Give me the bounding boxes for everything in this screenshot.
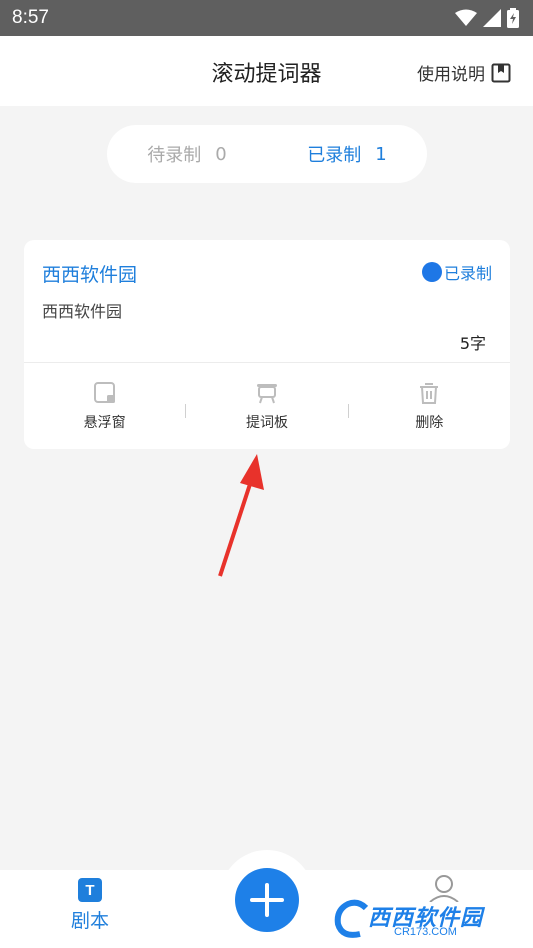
tab-recorded[interactable]: 已录制 1 — [267, 141, 427, 167]
trash-icon — [420, 383, 439, 404]
status-badge-label: 已录制 — [443, 264, 492, 283]
teleprompter-button[interactable]: 提词板 — [186, 380, 347, 432]
help-label: 使用说明 — [417, 65, 485, 85]
script-description: 西西软件园 — [42, 302, 123, 321]
delete-label: 删除 — [415, 415, 444, 431]
tab-pending-count: 0 — [215, 143, 227, 165]
record-status-segment: 待录制 0 已录制 1 — [107, 125, 427, 183]
add-script-button[interactable] — [235, 868, 299, 932]
floating-window-button[interactable]: 悬浮窗 — [24, 380, 185, 432]
teleprompter-label: 提词板 — [245, 415, 288, 431]
tab-recorded-count: 1 — [375, 143, 387, 165]
status-dot-icon — [421, 262, 442, 282]
wifi-icon — [455, 9, 477, 26]
script-title: 西西软件园 — [42, 264, 138, 286]
red-arrow-annotation — [218, 454, 264, 577]
delete-button[interactable]: 删除 — [349, 380, 510, 432]
floating-window-label: 悬浮窗 — [83, 415, 126, 431]
app-header: 滚动提词器 使用说明 — [0, 36, 533, 106]
tab-script[interactable]: T 剧本 — [62, 878, 118, 933]
bookmark-icon — [491, 63, 511, 82]
floating-window-icon — [93, 382, 115, 403]
status-bar: 8:57 — [0, 0, 533, 36]
tab-recorded-label: 已录制 — [307, 145, 362, 166]
tab-pending-label: 待录制 — [147, 145, 202, 166]
watermark-subtext: CR173.COM — [394, 926, 457, 938]
card-actions: 悬浮窗 提词板 删除 — [24, 380, 510, 440]
status-badge: 已录制 — [421, 260, 492, 284]
teleprompter-icon — [256, 384, 277, 404]
script-icon: T — [78, 878, 102, 902]
status-time: 8:57 — [12, 7, 49, 28]
card-divider — [24, 362, 510, 363]
help-button[interactable]: 使用说明 — [417, 60, 511, 85]
battery-icon — [507, 8, 519, 28]
tab-pending[interactable]: 待录制 0 — [107, 141, 267, 167]
tab-script-label: 剧本 — [70, 910, 109, 932]
plus-icon — [250, 883, 284, 917]
watermark-logo: 西西软件园 CR173.COM — [332, 898, 518, 942]
word-count: 5字 — [459, 334, 486, 353]
signal-icon — [483, 9, 501, 27]
status-icons — [455, 8, 519, 28]
watermark-c-icon — [334, 899, 369, 938]
script-card[interactable]: 西西软件园 已录制 西西软件园 5字 悬浮窗 提词板 删除 — [24, 240, 510, 449]
